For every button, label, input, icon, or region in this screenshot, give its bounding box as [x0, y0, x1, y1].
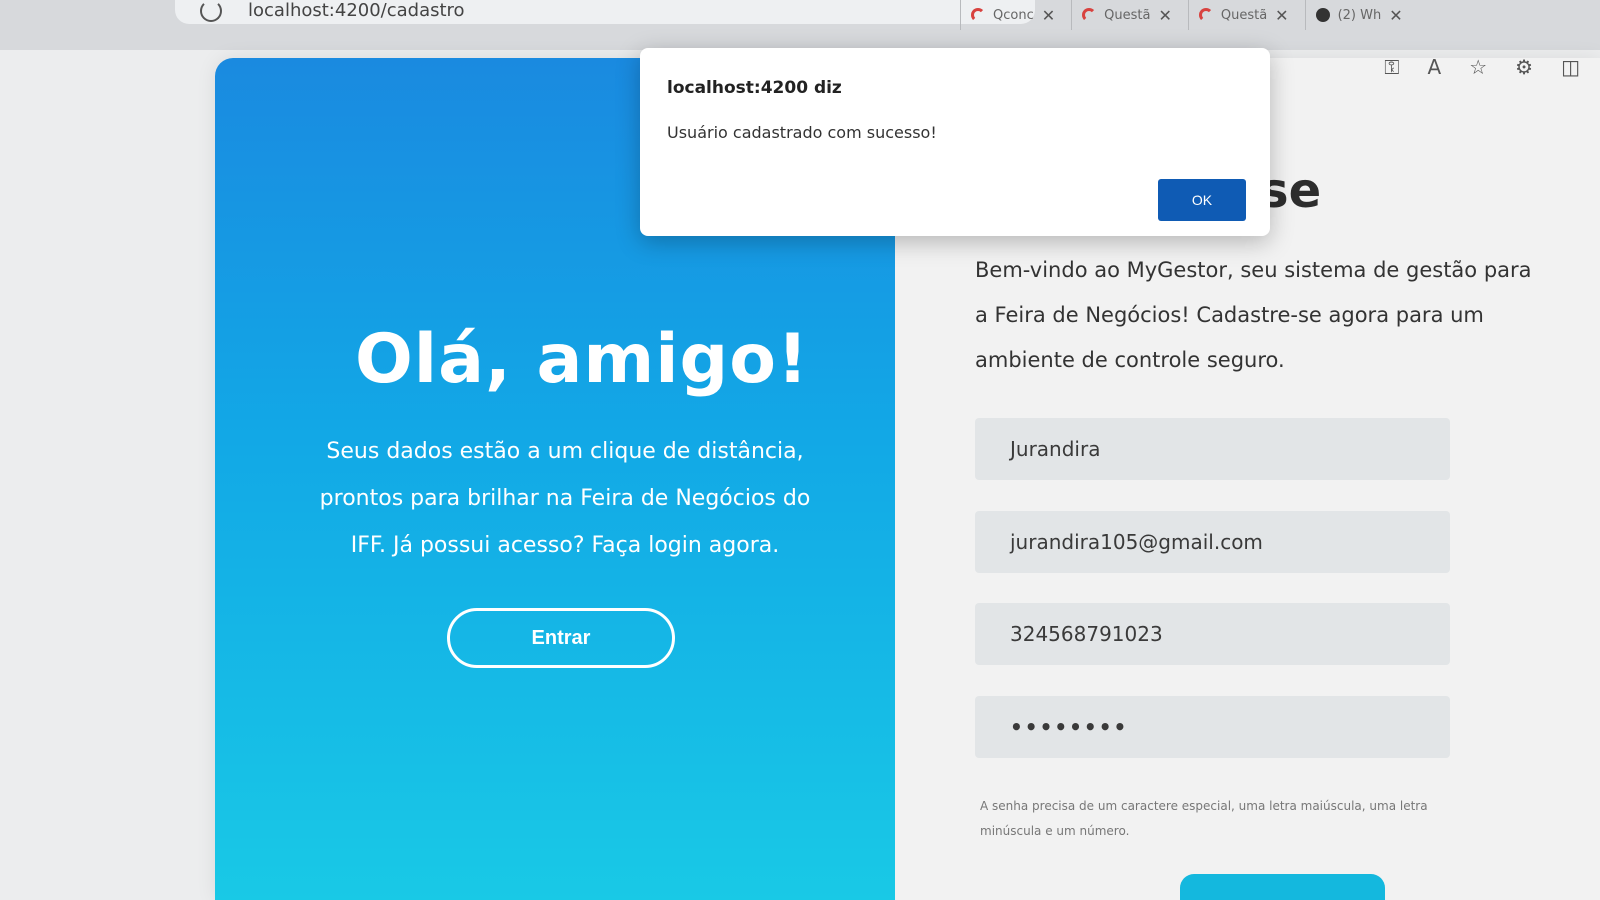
- password-field[interactable]: ••••••••: [975, 696, 1450, 758]
- questao-icon: [1082, 8, 1097, 22]
- alert-dialog: localhost:4200 diz Usuário cadastrado co…: [640, 48, 1270, 236]
- form-intro: Bem-vindo ao MyGestor, seu sistema de ge…: [975, 258, 1532, 372]
- read-aloud-icon[interactable]: A: [1428, 55, 1442, 79]
- tab-qconcursos[interactable]: Qconc ✕: [960, 0, 1065, 30]
- email-field[interactable]: jurandira105@gmail.com: [975, 511, 1450, 573]
- browser-toolbar: ⚿ A ☆ ⚙ ◫: [1384, 55, 1580, 79]
- tab-questao-2[interactable]: Questã ✕: [1187, 0, 1299, 30]
- login-button[interactable]: Entrar: [447, 608, 675, 668]
- qconcursos-icon: [971, 8, 985, 22]
- key-icon[interactable]: ⚿: [1384, 55, 1399, 79]
- phone-field[interactable]: 324568791023: [975, 603, 1450, 665]
- questao-icon: [1198, 8, 1213, 22]
- name-field[interactable]: Jurandira: [975, 418, 1450, 480]
- favorite-star-icon[interactable]: ☆: [1469, 55, 1487, 79]
- extensions-icon[interactable]: ⚙: [1515, 55, 1533, 79]
- close-icon[interactable]: ✕: [1275, 6, 1288, 25]
- welcome-subtitle: Seus dados estão a um clique de distânci…: [319, 439, 811, 558]
- dialog-message: Usuário cadastrado com sucesso!: [667, 123, 937, 142]
- reload-icon[interactable]: [200, 0, 222, 22]
- ok-button[interactable]: OK: [1158, 179, 1246, 221]
- signup-button[interactable]: [1180, 874, 1385, 900]
- password-hint: A senha precisa de um caractere especial…: [980, 799, 1428, 838]
- tab-strip: Qconc ✕ Questã ✕ Questã ✕ (2) Wh ✕: [960, 0, 1600, 34]
- split-screen-icon[interactable]: ◫: [1561, 55, 1580, 79]
- welcome-heading: Olá, amigo!: [355, 320, 809, 399]
- tab-label: Questã: [1220, 7, 1268, 23]
- dialog-title: localhost:4200 diz: [667, 78, 842, 98]
- tab-questao-1[interactable]: Questã ✕: [1071, 0, 1182, 30]
- browser-chrome: localhost:4200/cadastro Qconc ✕ Questã ✕…: [0, 0, 1600, 50]
- tab-label: (2) Wh: [1337, 7, 1382, 23]
- tab-whatsapp[interactable]: (2) Wh ✕: [1304, 0, 1413, 30]
- address-text[interactable]: localhost:4200/cadastro: [248, 0, 465, 21]
- close-icon[interactable]: ✕: [1042, 6, 1055, 25]
- tab-label: Questã: [1104, 7, 1151, 23]
- whatsapp-icon: [1315, 8, 1330, 22]
- close-icon[interactable]: ✕: [1158, 6, 1171, 25]
- close-icon[interactable]: ✕: [1389, 6, 1402, 25]
- tab-label: Qconc: [993, 7, 1034, 23]
